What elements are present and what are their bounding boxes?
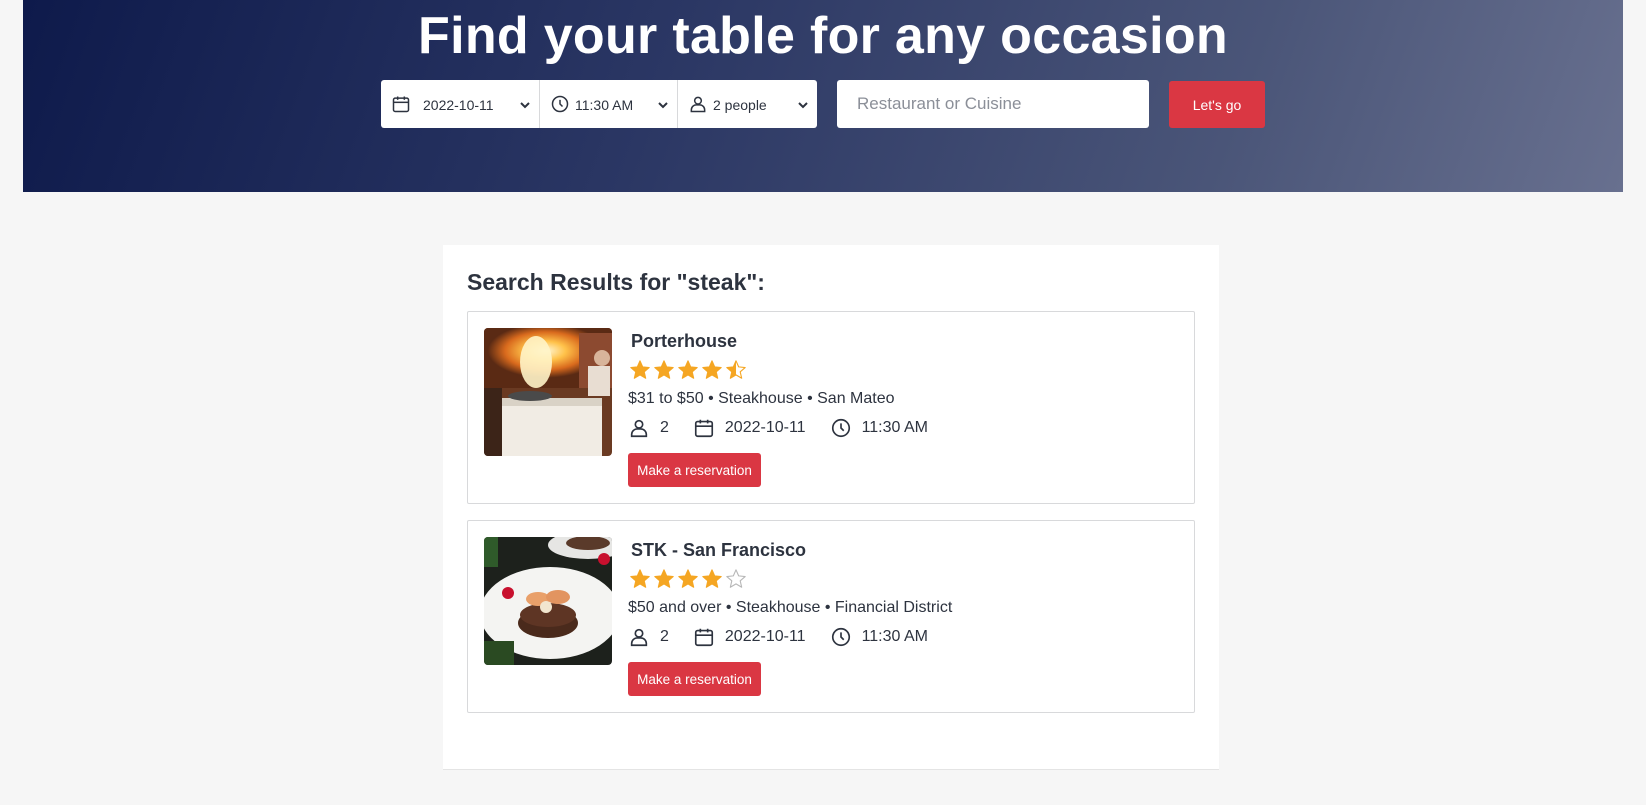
clock-icon: [831, 418, 850, 438]
restaurant-search-input[interactable]: [837, 80, 1149, 128]
star-icon: [702, 360, 722, 379]
restaurant-name[interactable]: Porterhouse: [631, 331, 737, 352]
star-icon: [630, 569, 650, 588]
star-icon: [654, 569, 674, 588]
chevron-down-icon: [798, 102, 808, 109]
reservation-picker: 2022-10-11 11:30 AM 2 people: [381, 80, 817, 128]
time-detail: 11:30 AM: [830, 417, 928, 439]
party-size-select[interactable]: 2 people: [678, 80, 817, 128]
party-size: 2: [660, 419, 669, 436]
star-icon: [654, 360, 674, 379]
make-reservation-button[interactable]: Make a reservation: [628, 453, 761, 487]
reservation-details: 2 2022-10-11 11:30 AM: [628, 417, 952, 439]
restaurant-meta: $50 and over • Steakhouse • Financial Di…: [628, 599, 953, 616]
rating-stars: [629, 359, 747, 381]
date-detail: 2022-10-11: [693, 626, 806, 648]
reservation-date: 2022-10-11: [724, 628, 806, 645]
star-icon: [678, 569, 698, 588]
clock-icon: [551, 95, 569, 113]
time-detail: 11:30 AM: [830, 626, 928, 648]
calendar-icon: [392, 96, 410, 113]
chevron-down-icon: [658, 102, 668, 109]
date-value: 2022-10-11: [423, 97, 494, 113]
date-select[interactable]: 2022-10-11: [381, 80, 540, 128]
lets-go-button[interactable]: Let's go: [1169, 81, 1265, 128]
time-select[interactable]: 11:30 AM: [540, 80, 678, 128]
time-value: 11:30 AM: [575, 97, 634, 113]
star-icon: [678, 360, 698, 379]
chevron-down-icon: [520, 102, 530, 109]
restaurant-meta: $31 to $50 • Steakhouse • San Mateo: [628, 390, 895, 407]
restaurant-card: Porterhouse $31 to $50 • Steakhouse • Sa…: [467, 311, 1195, 504]
party-detail: 2: [628, 417, 669, 439]
hero-title: Find your table for any occasion: [418, 7, 1228, 65]
restaurant-photo[interactable]: [484, 328, 612, 456]
star-icon: [702, 569, 722, 588]
calendar-icon: [694, 628, 713, 647]
rating-stars: [629, 568, 747, 590]
reservation-time: 11:30 AM: [861, 628, 928, 645]
calendar-icon: [694, 419, 713, 438]
hero-banner: Find your table for any occasion: [23, 0, 1623, 192]
party-detail: 2: [628, 626, 669, 648]
search-results-panel: Search Results for "steak": Porterhouse …: [443, 245, 1219, 770]
party-size: 2: [660, 628, 669, 645]
person-icon: [690, 96, 706, 113]
restaurant-card: STK - San Francisco $50 and over • Steak…: [467, 520, 1195, 713]
date-detail: 2022-10-11: [693, 417, 806, 439]
person-icon: [630, 628, 648, 647]
star-icon: [726, 360, 746, 379]
reservation-date: 2022-10-11: [724, 419, 806, 436]
reservation-details: 2 2022-10-11 11:30 AM: [628, 626, 952, 648]
restaurant-photo[interactable]: [484, 537, 612, 665]
clock-icon: [831, 627, 850, 647]
party-value: 2 people: [713, 97, 767, 113]
make-reservation-button[interactable]: Make a reservation: [628, 662, 761, 696]
star-icon: [726, 569, 746, 588]
restaurant-name[interactable]: STK - San Francisco: [631, 540, 806, 561]
star-icon: [630, 360, 650, 379]
reservation-time: 11:30 AM: [861, 419, 928, 436]
person-icon: [630, 419, 648, 438]
search-results-heading: Search Results for "steak":: [467, 269, 765, 295]
